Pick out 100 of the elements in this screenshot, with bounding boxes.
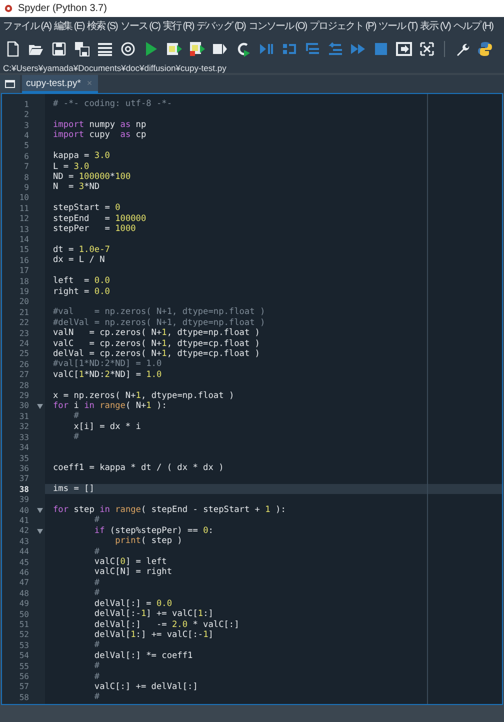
step-return-icon (327, 40, 343, 56)
line-number: 32 (19, 422, 29, 432)
menu-item[interactable]: デバッグ (D) (196, 19, 246, 33)
line-number: 16 (19, 256, 29, 265)
step-into-icon (304, 40, 320, 56)
line-number: 29 (19, 391, 29, 400)
save-button[interactable] (50, 40, 68, 58)
step-return-button[interactable] (326, 40, 344, 58)
code-line: #val = np.zeros( N+1, dtype=np.float ) (53, 307, 266, 318)
run-icon (143, 40, 159, 56)
code-line: if (step%stepPer) == 0: (93, 526, 214, 536)
line-number: 28 (19, 380, 29, 390)
list-icon (97, 40, 113, 56)
fold-caret-icon[interactable] (37, 508, 43, 513)
line-number: 35 (19, 454, 29, 463)
fold-caret-icon[interactable] (37, 528, 43, 534)
line-number: 42 (19, 526, 29, 536)
line-number: 52 (19, 630, 29, 640)
code-line: valC[N] = right (93, 567, 172, 578)
code-line: valC[:] += delVal[:] (93, 682, 198, 692)
line-number: 27 (19, 370, 29, 380)
menu-item[interactable]: ソース (C) (120, 19, 160, 33)
line-number: 58 (19, 692, 29, 702)
menu-item[interactable]: プロジェクト (P) (310, 19, 376, 33)
line-number: 37 (19, 474, 29, 484)
code-line: right = 0.0 (53, 286, 110, 297)
new-file-icon (5, 40, 21, 56)
line-number: 9 (24, 182, 29, 192)
menu-item[interactable]: 編集 (E) (54, 19, 84, 33)
menu-item[interactable]: 表示 (V) (420, 19, 450, 33)
python-logo-button[interactable] (476, 40, 494, 58)
line-number: 54 (19, 651, 29, 660)
code-line: x = np.zeros( N+1, dtype=np.float ) (53, 390, 234, 401)
code-line: for i in range( N+1 ): (53, 400, 167, 411)
editor-tab[interactable]: cupy-test.py* × (22, 75, 98, 93)
run-cell-advance-button[interactable] (188, 40, 206, 58)
code-line: print( step ) (114, 536, 182, 546)
window-title: Spyder (Python 3.7) (18, 3, 107, 14)
code-line: delVal = cp.zeros( N+1, dtype=cp.float ) (53, 348, 260, 359)
line-number: 55 (19, 662, 29, 671)
line-number: 57 (19, 682, 29, 692)
line-number: 44 (19, 547, 29, 556)
line-number: 46 (19, 568, 29, 577)
code-line: dx = L / N (53, 255, 105, 266)
line-number: 12 (19, 214, 29, 224)
code-line: # (93, 578, 100, 588)
line-number: 21 (19, 308, 29, 317)
maximize-pane-button[interactable] (395, 40, 413, 58)
line-number: 1 (24, 100, 29, 109)
menu-item[interactable]: ヘルプ (H) (453, 19, 493, 33)
line-number: 39 (19, 495, 29, 504)
fullscreen-button[interactable] (418, 40, 436, 58)
code-line: delVal[:] *= coeff1 (93, 650, 193, 661)
line-number: 24 (19, 339, 29, 348)
menu-item[interactable]: ツール (T) (378, 19, 418, 33)
line-number: 11 (19, 204, 29, 213)
menu-item[interactable]: コンソール (O) (248, 19, 307, 33)
line-number: 2 (24, 110, 29, 120)
code-line: ND = 100000*100 (53, 172, 131, 182)
code-editor[interactable] (1, 93, 503, 705)
fold-caret-icon[interactable] (37, 404, 43, 409)
code-line: # (72, 432, 79, 442)
line-number: 33 (19, 432, 29, 442)
code-line: stepPer = 1000 (53, 224, 136, 234)
line-number: 51 (19, 620, 29, 630)
code-line: # (93, 588, 100, 598)
stop-icon (373, 40, 389, 56)
run-cell-icon (166, 40, 182, 56)
code-line: #val[1*ND:2*ND] = 1.0 (53, 359, 162, 370)
line-number: 34 (19, 443, 29, 452)
maximize-pane-icon (396, 40, 412, 56)
line-number: 31 (19, 412, 29, 421)
line-number: 36 (19, 464, 29, 473)
line-number: 3 (24, 120, 29, 130)
tab-label: cupy-test.py* (26, 78, 81, 88)
line-number: 26 (19, 360, 29, 369)
line-number: 7 (24, 162, 29, 172)
line-number: 18 (19, 276, 29, 286)
fullscreen-icon (419, 40, 435, 56)
code-line: # (93, 640, 100, 650)
menu-item[interactable]: 実行 (R) (163, 19, 194, 33)
code-line: import cupy as cp (53, 130, 146, 140)
code-line: valC = cp.zeros( N+1, dtype=cp.float ) (53, 338, 260, 349)
menu-item[interactable]: ファイル (A) (3, 19, 52, 33)
code-line: #delVal = np.zeros( N+1, dtype=np.float ) (53, 318, 266, 328)
line-number: 43 (19, 536, 29, 546)
code-line: delVal[1:] += valC[:-1] (93, 630, 214, 640)
menu-item[interactable]: 検索 (S) (87, 19, 118, 33)
code-line: # (93, 692, 100, 702)
app-logo-icon (4, 4, 13, 13)
line-number: 41 (19, 516, 29, 525)
line-number: 53 (19, 640, 29, 650)
code-line: # (93, 661, 100, 672)
save-all-button[interactable] (73, 40, 91, 58)
file-path: C:¥Users¥yamada¥Documents¥doc¥diffusion¥cupy-test.py (3, 62, 226, 72)
line-number: 5 (24, 141, 29, 150)
code-line: import numpy as np (53, 120, 146, 130)
line-number: 10 (19, 193, 29, 202)
browse-tabs-button[interactable] (0, 75, 20, 93)
code-line: valN = cp.zeros( N+1, dtype=np.float ) (53, 328, 260, 338)
